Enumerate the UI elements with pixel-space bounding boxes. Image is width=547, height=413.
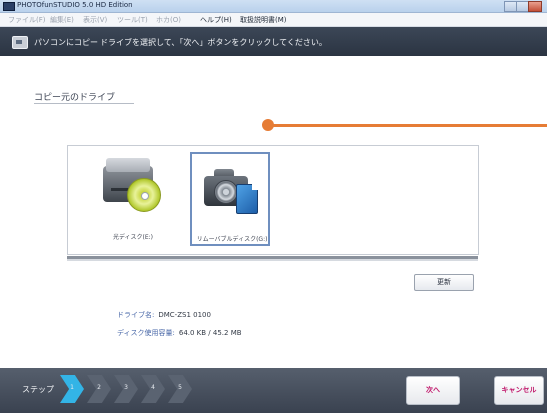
panel-shadow (67, 259, 478, 261)
instruction-text: ドライブを選択して、「次へ」ボタンをクリックしてください。 (100, 38, 327, 47)
menu-tools[interactable]: ツール(T) (117, 15, 148, 25)
cancel-button[interactable]: キャンセル (494, 376, 544, 405)
drive-label: 光ディスク(E:) (112, 234, 154, 241)
disk-usage-row: ディスク使用容量: 64.0 KB / 45.2 MB (117, 328, 242, 338)
optical-disk-drive-icon (103, 158, 161, 212)
page-header: パソコンにコピー ドライブを選択して、「次へ」ボタンをクリックしてください。 (0, 27, 547, 56)
step-number-1: 1 (70, 384, 74, 391)
drive-name-label: ドライブ名: (117, 311, 155, 319)
drive-item-optical[interactable]: 光ディスク(E:) (93, 152, 173, 246)
main-content: コピー元のドライブ 光ディスク(E:) リムーバブルディスク(G:) 更新 ドラ… (0, 56, 547, 368)
wizard-footer: ステップ 1 2 3 4 5 次へ キャンセル (0, 368, 547, 413)
next-button[interactable]: 次へ (406, 376, 460, 405)
callout-line (268, 124, 547, 127)
drive-list-panel: 光ディスク(E:) リムーバブルディスク(G:) (67, 145, 479, 255)
close-button[interactable] (528, 1, 542, 12)
page-title: パソコンにコピー (34, 38, 98, 47)
refresh-button[interactable]: 更新 (414, 274, 474, 291)
menu-other[interactable]: ホカ(O) (156, 15, 181, 25)
app-icon (3, 2, 15, 11)
disk-usage-label: ディスク使用容量: (117, 329, 175, 337)
window-controls (504, 1, 542, 12)
app-window: PHOTOfunSTUDIO 5.0 HD Edition ファイル(F) 編集… (0, 0, 547, 413)
step-number-4: 4 (151, 384, 155, 391)
step-number-2: 2 (97, 384, 101, 391)
menu-edit[interactable]: 編集(E) (50, 15, 74, 25)
removable-camera-disk-icon (202, 164, 260, 216)
menu-file[interactable]: ファイル(F) (8, 15, 46, 25)
menu-view[interactable]: 表示(V) (83, 15, 107, 25)
menu-manual[interactable]: 取扱説明書(M) (240, 15, 287, 25)
menu-bar: ファイル(F) 編集(E) 表示(V) ツール(T) ホカ(O) ヘルプ(H) … (0, 13, 547, 27)
copy-to-pc-icon (12, 36, 28, 49)
drive-name-value: DMC-ZS1 0100 (158, 311, 211, 319)
drive-name-row: ドライブ名: DMC-ZS1 0100 (117, 310, 211, 320)
menu-help[interactable]: ヘルプ(H) (200, 15, 232, 25)
drive-label: リムーバブルディスク(G:) (196, 236, 268, 243)
step-label: ステップ (22, 385, 54, 394)
disk-usage-value: 64.0 KB / 45.2 MB (178, 329, 242, 337)
section-title: コピー元のドライブ (34, 93, 116, 103)
section-divider (34, 103, 134, 104)
window-title: PHOTOfunSTUDIO 5.0 HD Edition (17, 1, 133, 9)
step-number-3: 3 (124, 384, 128, 391)
step-number-5: 5 (178, 384, 182, 391)
title-bar: PHOTOfunSTUDIO 5.0 HD Edition (0, 0, 547, 13)
drive-item-removable-selected[interactable]: リムーバブルディスク(G:) (190, 152, 270, 246)
